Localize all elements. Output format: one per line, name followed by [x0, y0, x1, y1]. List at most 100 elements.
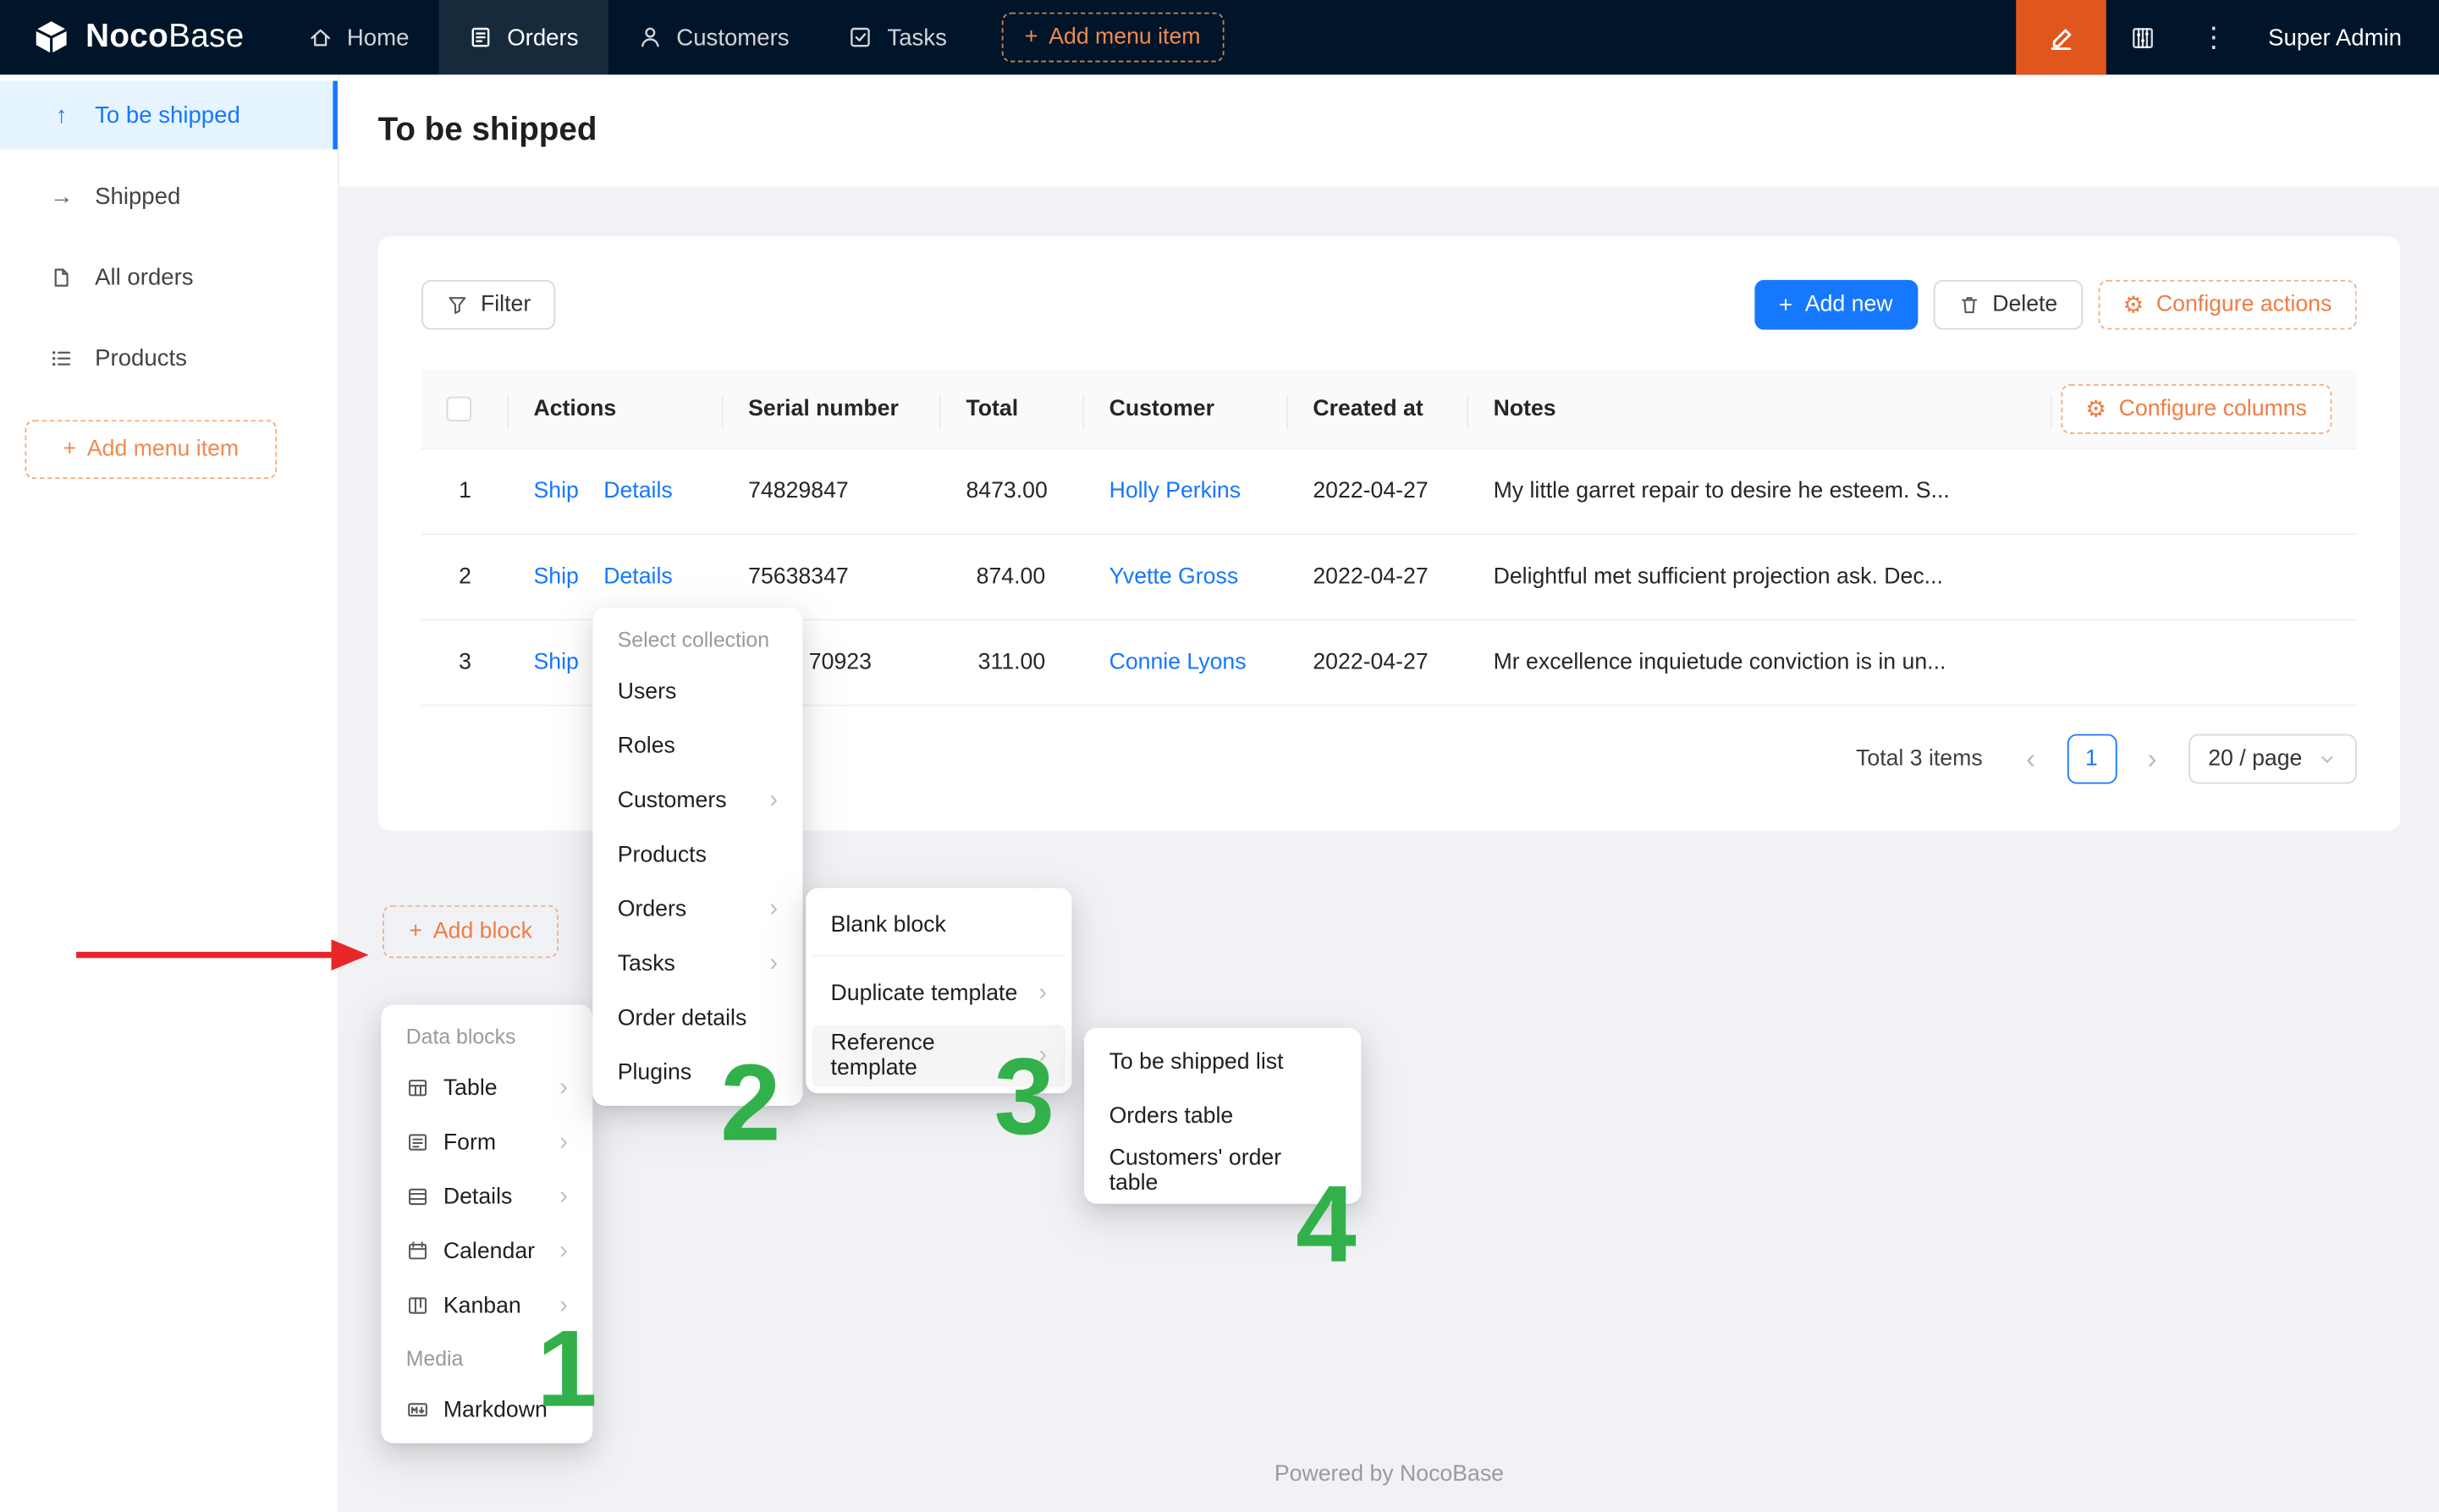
- created-cell: 2022-04-27: [1288, 620, 1468, 706]
- chevron-right-icon: ›: [769, 897, 778, 921]
- configure-columns-label: Configure columns: [2119, 397, 2307, 421]
- arrow-up-icon: ↑: [48, 102, 74, 128]
- customer-link[interactable]: Holly Perkins: [1109, 479, 1242, 503]
- pagination-total: Total 3 items: [1856, 747, 1983, 772]
- column-header-total: Total: [941, 370, 1084, 448]
- ship-link[interactable]: Ship: [533, 565, 578, 590]
- menu-item-label: Table: [443, 1075, 546, 1100]
- details-link[interactable]: Details: [603, 565, 672, 590]
- details-link[interactable]: Details: [603, 479, 672, 503]
- sidebar-item-label: Products: [95, 344, 187, 371]
- configure-columns-button[interactable]: ⚙ Configure columns: [2061, 384, 2332, 434]
- nav-item-tasks[interactable]: Tasks: [819, 0, 977, 74]
- menu-item-label: Duplicate template: [831, 981, 1025, 1006]
- filter-icon: [447, 294, 469, 316]
- menu-item-orders[interactable]: Orders ›: [599, 882, 796, 936]
- ship-link[interactable]: Ship: [533, 651, 578, 675]
- configure-actions-button[interactable]: ⚙ Configure actions: [2098, 280, 2357, 330]
- top-menu: Home Orders Customers Tasks + Add menu i…: [278, 0, 1224, 74]
- add-menu-item-label: Add menu item: [1049, 25, 1200, 49]
- next-page-button[interactable]: ›: [2130, 734, 2173, 784]
- menu-item-users[interactable]: Users: [599, 664, 796, 718]
- menu-item-label: Details: [443, 1185, 546, 1209]
- menu-item-table[interactable]: Table ›: [388, 1061, 586, 1115]
- nav-item-customers[interactable]: Customers: [608, 0, 818, 74]
- add-menu-item-label: Add menu item: [87, 437, 239, 462]
- nav-item-orders[interactable]: Orders: [438, 0, 608, 74]
- menu-group-header: Select collection: [599, 614, 796, 664]
- chevron-right-icon: ›: [559, 1075, 568, 1100]
- add-menu-item-button-side[interactable]: + Add menu item: [25, 420, 277, 479]
- menu-item-tasks[interactable]: Tasks ›: [599, 937, 796, 991]
- chevron-right-icon: ›: [559, 1185, 568, 1209]
- add-menu-item-button-top[interactable]: + Add menu item: [1001, 13, 1224, 63]
- menu-item-label: To be shipped list: [1109, 1049, 1336, 1074]
- add-new-label: Add new: [1805, 293, 1893, 317]
- chevron-right-icon: ›: [559, 1130, 568, 1154]
- customer-link[interactable]: Yvette Gross: [1109, 565, 1239, 590]
- delete-button[interactable]: Delete: [1933, 280, 2082, 330]
- kanban-icon: [406, 1294, 430, 1317]
- menu-item-blank-block[interactable]: Blank block: [812, 894, 1065, 957]
- plugin-manager-button[interactable]: [2106, 0, 2178, 74]
- nocobase-logo[interactable]: NocoBase: [0, 0, 278, 74]
- ship-link[interactable]: Ship: [533, 479, 578, 503]
- add-new-button[interactable]: + Add new: [1754, 280, 1918, 330]
- table-row[interactable]: 2 ShipDetails 75638347 874.00 Yvette Gro…: [421, 535, 2357, 620]
- plus-icon: +: [409, 920, 422, 944]
- select-collection-menu: Select collection Users Roles Customers …: [592, 608, 802, 1106]
- ui-editor-button[interactable]: [2016, 0, 2106, 74]
- total-cell: 8473.00: [941, 449, 1084, 535]
- sidebar-item-shipped[interactable]: → Shipped: [0, 162, 338, 230]
- menu-item-order-details[interactable]: Order details: [599, 991, 796, 1045]
- notes-cell: Mr excellence inquietude conviction is i…: [1468, 620, 2051, 706]
- file-icon: [48, 265, 74, 289]
- menu-item-label: Form: [443, 1130, 546, 1154]
- app-viewport: NocoBase Home Orders Customers Tasks + A…: [0, 0, 2439, 1512]
- delete-label: Delete: [1992, 293, 2057, 317]
- user-menu[interactable]: Super Admin: [2268, 24, 2402, 50]
- page-1-button[interactable]: 1: [2067, 734, 2117, 784]
- prev-page-button[interactable]: ‹: [2009, 734, 2052, 784]
- brand-name: NocoBase: [85, 19, 244, 56]
- form-icon: [406, 1130, 430, 1154]
- nav-item-home[interactable]: Home: [278, 0, 438, 74]
- page-header: To be shipped: [339, 74, 2439, 186]
- kebab-icon: ⋮: [2200, 24, 2227, 52]
- plus-icon: +: [1779, 292, 1792, 318]
- table-row[interactable]: 1 ShipDetails 74829847 8473.00 Holly Per…: [421, 449, 2357, 535]
- menu-item-label: Products: [618, 842, 778, 866]
- sidebar-item-products[interactable]: Products: [0, 323, 338, 392]
- menu-item-duplicate-template[interactable]: Duplicate template ›: [812, 963, 1065, 1025]
- nav-item-label: Home: [347, 24, 410, 50]
- menu-item-products[interactable]: Products: [599, 827, 796, 882]
- sidebar-item-all-orders[interactable]: All orders: [0, 243, 338, 311]
- add-block-button[interactable]: + Add block: [383, 905, 559, 958]
- created-cell: 2022-04-27: [1288, 449, 1468, 535]
- column-header-notes: Notes: [1468, 370, 2051, 448]
- customer-link[interactable]: Connie Lyons: [1109, 651, 1247, 675]
- menu-item-orders-table[interactable]: Orders table: [1091, 1089, 1355, 1143]
- nav-item-label: Orders: [507, 24, 578, 50]
- notes-cell: Delightful met sufficient projection ask…: [1468, 535, 2051, 620]
- menu-item-roles[interactable]: Roles: [599, 718, 796, 772]
- filter-button[interactable]: Filter: [421, 280, 556, 330]
- navbar-right: ⋮ Super Admin: [2016, 0, 2439, 74]
- page-size-select[interactable]: 20 / page: [2188, 734, 2356, 784]
- menu-item-to-be-shipped-list[interactable]: To be shipped list: [1091, 1034, 1355, 1088]
- sidebar-item-to-be-shipped[interactable]: ↑ To be shipped: [0, 81, 338, 150]
- menu-item-label: Calendar: [443, 1239, 546, 1263]
- menu-item-form[interactable]: Form ›: [388, 1115, 586, 1169]
- select-all-checkbox[interactable]: [447, 397, 471, 421]
- screenshot-stage: NocoBase Home Orders Customers Tasks + A…: [0, 0, 2439, 1512]
- column-header-created: Created at: [1288, 370, 1468, 448]
- table-icon: [406, 1076, 430, 1100]
- menu-item-calendar[interactable]: Calendar ›: [388, 1224, 586, 1278]
- menu-item-label: Customers: [618, 788, 756, 812]
- more-menu-button[interactable]: ⋮: [2178, 0, 2250, 74]
- menu-item-details[interactable]: Details ›: [388, 1169, 586, 1223]
- logo-cube-icon: [31, 17, 72, 58]
- menu-item-customers[interactable]: Customers ›: [599, 773, 796, 827]
- total-cell: 874.00: [941, 535, 1084, 620]
- menu-item-label: Orders table: [1109, 1103, 1336, 1128]
